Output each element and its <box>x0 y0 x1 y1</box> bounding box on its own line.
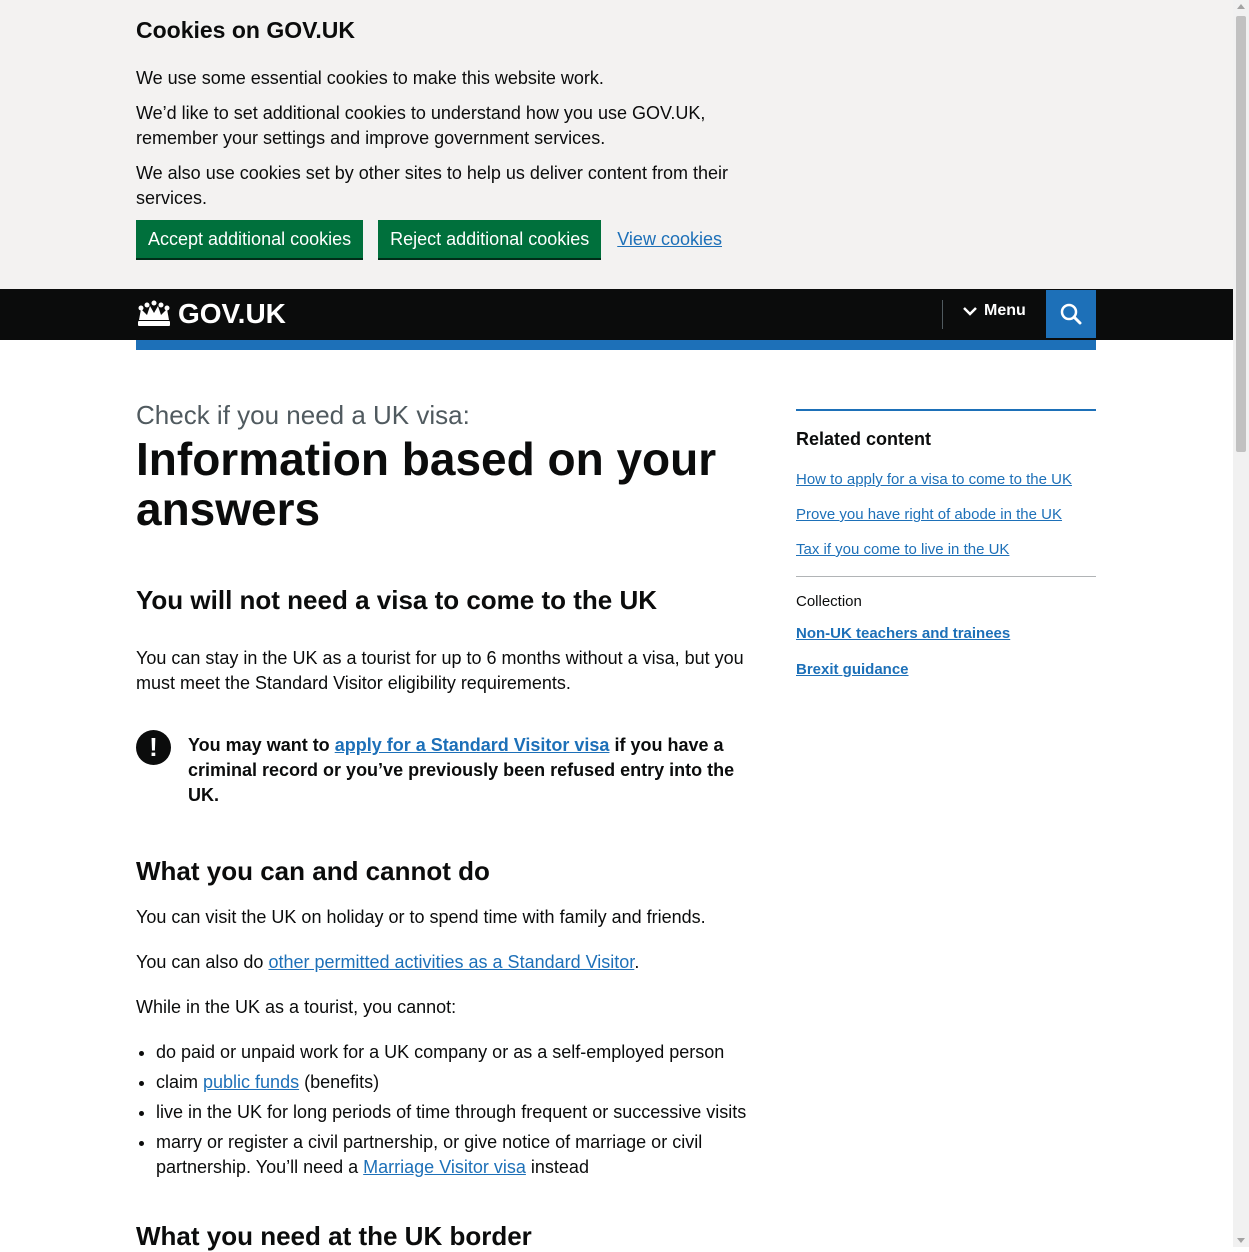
collection-link-teachers[interactable]: Non-UK teachers and trainees <box>796 624 1096 644</box>
cookie-banner-text-2: We’d like to set additional cookies to u… <box>136 103 706 148</box>
warning-text: ! You may want to apply for a Standard V… <box>136 730 766 808</box>
chevron-down-icon <box>963 307 977 316</box>
cookie-banner: Cookies on GOV.UK We use some essential … <box>0 0 1233 289</box>
reject-cookies-button[interactable]: Reject additional cookies <box>378 220 602 258</box>
main-content: Check if you need a UK visa: Information… <box>136 398 766 1252</box>
result-heading: You will not need a visa to come to the … <box>136 585 658 615</box>
can-text-1: You can visit the UK on holiday or to sp… <box>136 907 706 927</box>
view-cookies-link[interactable]: View cookies <box>617 229 722 250</box>
related-content-sidebar: Related content How to apply for a visa … <box>796 409 1096 696</box>
list-item: do paid or unpaid work for a UK company … <box>156 1040 766 1065</box>
warning-icon: ! <box>136 730 171 765</box>
list-item: claim public funds (benefits) <box>156 1070 766 1095</box>
list-item-post: (benefits) <box>299 1072 380 1092</box>
accept-cookies-button[interactable]: Accept additional cookies <box>136 220 364 258</box>
warning-pre: You may want to <box>188 735 335 755</box>
page-caption: Check if you need a UK visa: <box>136 400 470 430</box>
list-item-pre: claim <box>156 1072 204 1092</box>
search-button[interactable] <box>1046 290 1096 338</box>
collection-link-brexit[interactable]: Brexit guidance <box>796 660 1096 680</box>
related-link-tax[interactable]: Tax if you come to live in the UK <box>796 540 1096 560</box>
menu-button[interactable]: Menu <box>962 302 1026 320</box>
list-item: live in the UK for long periods of time … <box>156 1100 766 1125</box>
cookie-banner-text-3: We also use cookies set by other sites t… <box>136 163 728 208</box>
search-icon <box>1060 303 1082 325</box>
result-text: You can stay in the UK as a tourist for … <box>136 648 744 693</box>
collection-label: Collection <box>796 593 862 610</box>
marriage-visitor-visa-link[interactable]: Marriage Visitor visa <box>363 1157 526 1177</box>
menu-button-label: Menu <box>984 302 1026 319</box>
cannot-list: do paid or unpaid work for a UK company … <box>136 1040 766 1180</box>
can-text-2: You can also do other permitted activiti… <box>136 950 766 975</box>
header-blue-bar <box>136 340 1096 350</box>
menu-divider <box>942 300 943 329</box>
sidebar-top-border <box>796 409 1096 411</box>
public-funds-link[interactable]: public funds <box>203 1072 299 1092</box>
related-links: How to apply for a visa to come to the U… <box>796 470 1096 560</box>
related-content-heading: Related content <box>796 429 932 449</box>
scroll-down-arrow-icon[interactable] <box>1237 1238 1245 1243</box>
cannot-intro: While in the UK as a tourist, you cannot… <box>136 997 457 1017</box>
crown-icon <box>138 300 170 326</box>
sidebar-divider <box>796 576 1096 577</box>
can-text-2-post: . <box>634 952 640 972</box>
govuk-logo-link[interactable]: GOV.UK <box>136 299 286 329</box>
collection-links: Non-UK teachers and trainees Brexit guid… <box>796 624 1096 680</box>
related-link-right-of-abode[interactable]: Prove you have right of abode in the UK <box>796 505 1096 525</box>
border-heading: What you need at the UK border <box>136 1221 532 1251</box>
govuk-logo-text: GOV.UK <box>178 298 286 329</box>
can-cannot-heading: What you can and cannot do <box>136 856 490 886</box>
page-scrollbar[interactable] <box>1233 0 1249 1247</box>
list-item: marry or register a civil partnership, o… <box>156 1130 766 1180</box>
list-item-post: instead <box>525 1157 589 1177</box>
cookie-banner-text-1: We use some essential cookies to make th… <box>136 68 604 88</box>
related-link-apply-visa[interactable]: How to apply for a visa to come to the U… <box>796 470 1096 490</box>
site-header: GOV.UK Menu <box>0 289 1233 340</box>
scroll-up-arrow-icon[interactable] <box>1237 4 1245 9</box>
cookie-banner-title: Cookies on GOV.UK <box>136 17 355 43</box>
apply-standard-visitor-visa-link[interactable]: apply for a Standard Visitor visa <box>335 735 610 755</box>
permitted-activities-link[interactable]: other permitted activities as a Standard… <box>268 952 634 972</box>
page-title: Information based on your answers <box>136 433 717 535</box>
scrollbar-thumb[interactable] <box>1236 16 1246 452</box>
can-text-2-pre: You can also do <box>136 952 269 972</box>
